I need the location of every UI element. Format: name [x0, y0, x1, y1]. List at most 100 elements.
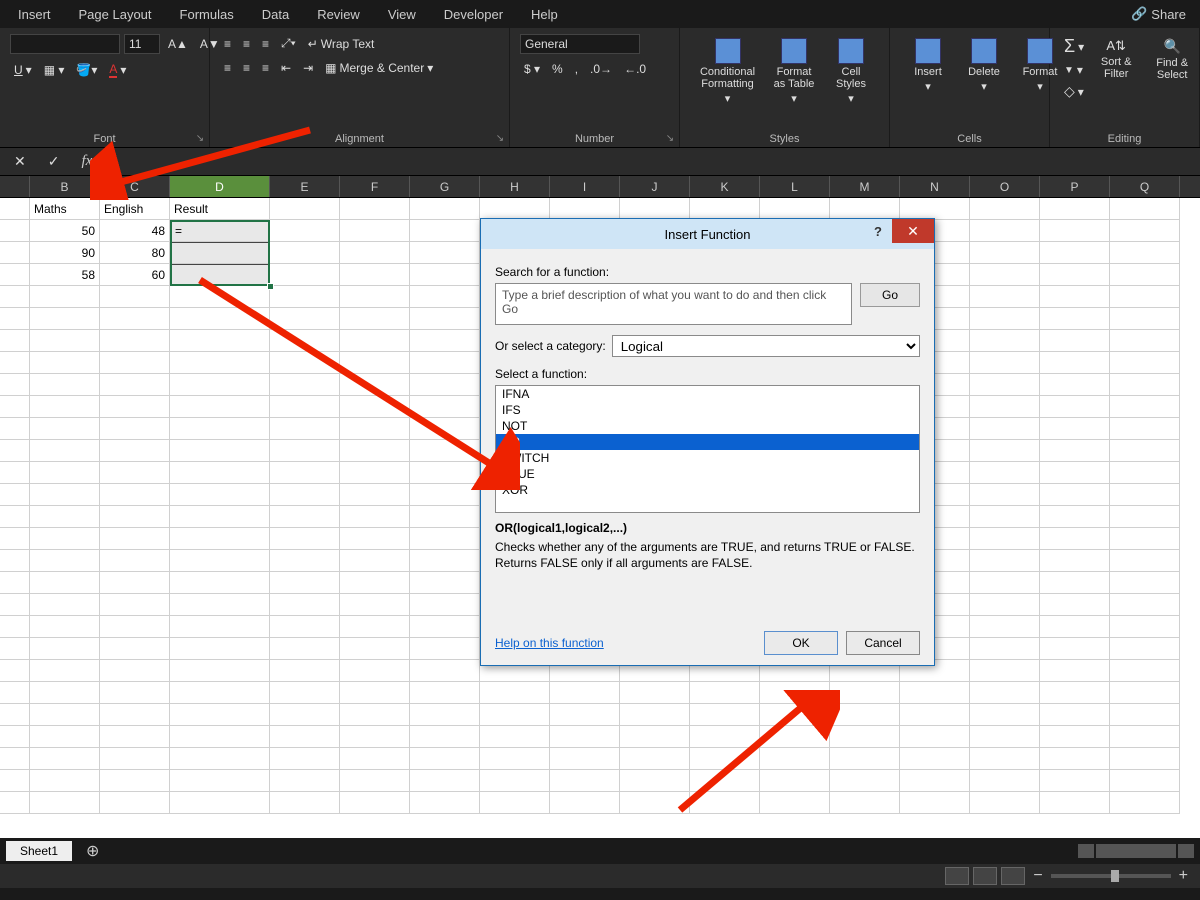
- cell[interactable]: [480, 748, 550, 770]
- cell[interactable]: [620, 748, 690, 770]
- cell[interactable]: [340, 462, 410, 484]
- cell[interactable]: [30, 374, 100, 396]
- cell[interactable]: [270, 792, 340, 814]
- col-header-d[interactable]: D: [170, 176, 270, 197]
- cell[interactable]: [270, 594, 340, 616]
- cell[interactable]: [270, 396, 340, 418]
- cell[interactable]: [690, 748, 760, 770]
- cell[interactable]: [170, 352, 270, 374]
- function-list-item[interactable]: NOT: [496, 418, 919, 434]
- col-header-i[interactable]: I: [550, 176, 620, 197]
- cell[interactable]: [1040, 308, 1110, 330]
- cell[interactable]: [1110, 330, 1180, 352]
- cell[interactable]: [0, 616, 30, 638]
- cell[interactable]: [1040, 704, 1110, 726]
- cell[interactable]: [270, 638, 340, 660]
- cell[interactable]: [340, 286, 410, 308]
- cell[interactable]: [100, 550, 170, 572]
- cell[interactable]: [970, 792, 1040, 814]
- cell[interactable]: [30, 748, 100, 770]
- cell[interactable]: [270, 374, 340, 396]
- sheet-tab-1[interactable]: Sheet1: [6, 841, 72, 861]
- cell[interactable]: [30, 308, 100, 330]
- cell[interactable]: [170, 242, 270, 264]
- align-right-icon[interactable]: ≡: [258, 59, 273, 77]
- cell[interactable]: [0, 682, 30, 704]
- cell[interactable]: [270, 616, 340, 638]
- cell[interactable]: [1110, 396, 1180, 418]
- cell[interactable]: [270, 330, 340, 352]
- cell[interactable]: [100, 484, 170, 506]
- cell[interactable]: [620, 792, 690, 814]
- cell[interactable]: [170, 726, 270, 748]
- cell[interactable]: [30, 616, 100, 638]
- go-button[interactable]: Go: [860, 283, 920, 307]
- page-break-view-icon[interactable]: [1001, 867, 1025, 885]
- col-header-f[interactable]: F: [340, 176, 410, 197]
- align-bottom-icon[interactable]: ≡: [258, 35, 273, 53]
- cell[interactable]: [0, 770, 30, 792]
- cell[interactable]: [830, 198, 900, 220]
- cell[interactable]: [30, 286, 100, 308]
- cell[interactable]: [100, 726, 170, 748]
- cell[interactable]: [170, 528, 270, 550]
- autosum-icon[interactable]: ▾: [1060, 34, 1088, 59]
- cell[interactable]: [270, 770, 340, 792]
- cell[interactable]: [970, 242, 1040, 264]
- cell[interactable]: [170, 374, 270, 396]
- cell[interactable]: [30, 440, 100, 462]
- cell[interactable]: [170, 660, 270, 682]
- col-header-l[interactable]: L: [760, 176, 830, 197]
- cell[interactable]: [1040, 528, 1110, 550]
- cell[interactable]: [170, 682, 270, 704]
- cell[interactable]: [970, 660, 1040, 682]
- cell[interactable]: [620, 704, 690, 726]
- cell[interactable]: [970, 396, 1040, 418]
- cell[interactable]: [480, 726, 550, 748]
- function-list-item[interactable]: TRUE: [496, 466, 919, 482]
- page-layout-view-icon[interactable]: [973, 867, 997, 885]
- cell[interactable]: [0, 594, 30, 616]
- cell[interactable]: [760, 792, 830, 814]
- cell[interactable]: Maths: [30, 198, 100, 220]
- cell[interactable]: [270, 550, 340, 572]
- cell[interactable]: [170, 286, 270, 308]
- function-list-item[interactable]: OR: [496, 434, 919, 450]
- share-button[interactable]: 🔗 Share: [1121, 2, 1196, 26]
- cell[interactable]: [550, 198, 620, 220]
- cell[interactable]: 48: [100, 220, 170, 242]
- cell[interactable]: [30, 330, 100, 352]
- cell[interactable]: [970, 572, 1040, 594]
- cell[interactable]: [340, 550, 410, 572]
- cell[interactable]: [760, 748, 830, 770]
- cell[interactable]: [970, 462, 1040, 484]
- cell[interactable]: [550, 682, 620, 704]
- normal-view-icon[interactable]: [945, 867, 969, 885]
- col-header-g[interactable]: G: [410, 176, 480, 197]
- cell[interactable]: [1040, 638, 1110, 660]
- cell[interactable]: [170, 484, 270, 506]
- cell[interactable]: [1110, 594, 1180, 616]
- fill-icon[interactable]: ▾: [1060, 61, 1088, 79]
- font-dialog-launcher-icon[interactable]: ↘: [193, 131, 207, 145]
- cell[interactable]: [0, 506, 30, 528]
- align-center-icon[interactable]: ≡: [239, 59, 254, 77]
- cell[interactable]: =: [170, 220, 270, 242]
- cell[interactable]: [1040, 396, 1110, 418]
- cell[interactable]: [100, 748, 170, 770]
- cell[interactable]: [1040, 462, 1110, 484]
- category-select[interactable]: Logical: [612, 335, 920, 357]
- col-header-c[interactable]: C: [100, 176, 170, 197]
- cell[interactable]: [1110, 550, 1180, 572]
- cell[interactable]: [1110, 286, 1180, 308]
- cell[interactable]: [340, 330, 410, 352]
- tab-insert[interactable]: Insert: [4, 3, 65, 26]
- format-as-table-button[interactable]: Format as Table▾: [765, 34, 823, 109]
- cell[interactable]: [100, 374, 170, 396]
- cell[interactable]: [1110, 616, 1180, 638]
- add-sheet-icon[interactable]: ⊕: [78, 841, 107, 861]
- cell[interactable]: [100, 704, 170, 726]
- cell[interactable]: [30, 418, 100, 440]
- tab-review[interactable]: Review: [303, 3, 374, 26]
- cell[interactable]: Result: [170, 198, 270, 220]
